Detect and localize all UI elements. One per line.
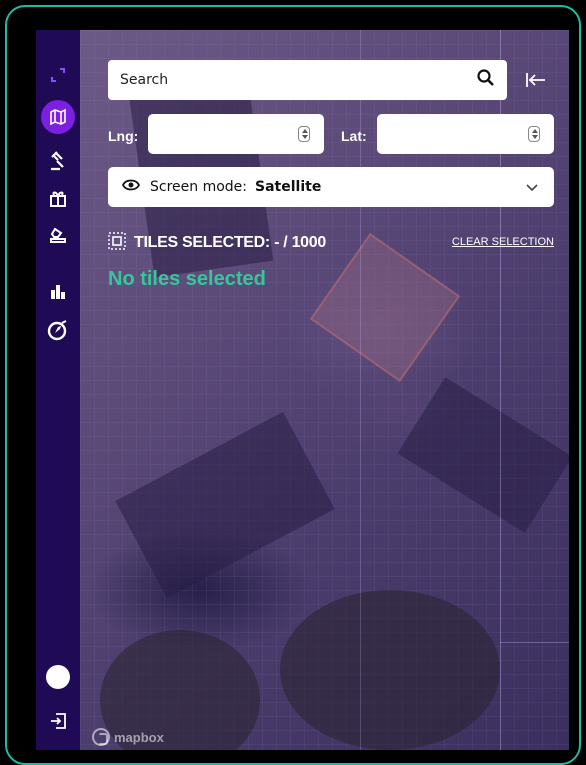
lat-input[interactable]: [377, 114, 554, 154]
mapbox-attribution[interactable]: mapbox: [92, 728, 164, 746]
compass-icon[interactable]: [36, 315, 80, 345]
tiles-header: TILES SELECTED: - / 1000 CLEAR SELECTION: [108, 232, 554, 254]
stamp-icon[interactable]: [36, 220, 80, 250]
theme-toggle-icon[interactable]: [36, 662, 80, 692]
screen-mode-select[interactable]: Screen mode: Satellite: [108, 167, 554, 207]
no-tiles-message: No tiles selected: [108, 268, 266, 290]
screen-mode-label: Screen mode:: [150, 179, 248, 195]
search-icon[interactable]: [477, 69, 495, 91]
chevron-down-icon: [526, 180, 538, 196]
logout-icon[interactable]: [36, 706, 80, 736]
tiles-selected-title: TILES SELECTED: - / 1000: [134, 234, 326, 251]
lng-input[interactable]: [148, 114, 324, 154]
map-icon[interactable]: [36, 100, 80, 134]
gift-icon[interactable]: [36, 183, 80, 213]
lat-label: Lat:: [341, 128, 367, 144]
search-bar: [108, 60, 507, 100]
mapbox-logo-icon: [92, 728, 110, 746]
gavel-icon[interactable]: [36, 146, 80, 176]
clear-selection-link[interactable]: CLEAR SELECTION: [452, 236, 554, 248]
bar-chart-icon[interactable]: [36, 276, 80, 306]
collapse-panel-button[interactable]: [522, 68, 550, 92]
lat-stepper[interactable]: [528, 126, 540, 142]
map-tree-cluster: [280, 590, 500, 750]
tiles-select-icon: [108, 232, 126, 254]
lng-label: Lng:: [108, 128, 139, 144]
search-input[interactable]: [120, 72, 477, 88]
map-grid-line: [500, 642, 569, 643]
expand-icon[interactable]: [36, 60, 80, 90]
sidebar: [36, 30, 80, 750]
screen-mode-value: Satellite: [255, 179, 322, 195]
lng-stepper[interactable]: [298, 126, 310, 142]
eye-icon: [121, 178, 141, 196]
mapbox-text: mapbox: [114, 729, 164, 745]
